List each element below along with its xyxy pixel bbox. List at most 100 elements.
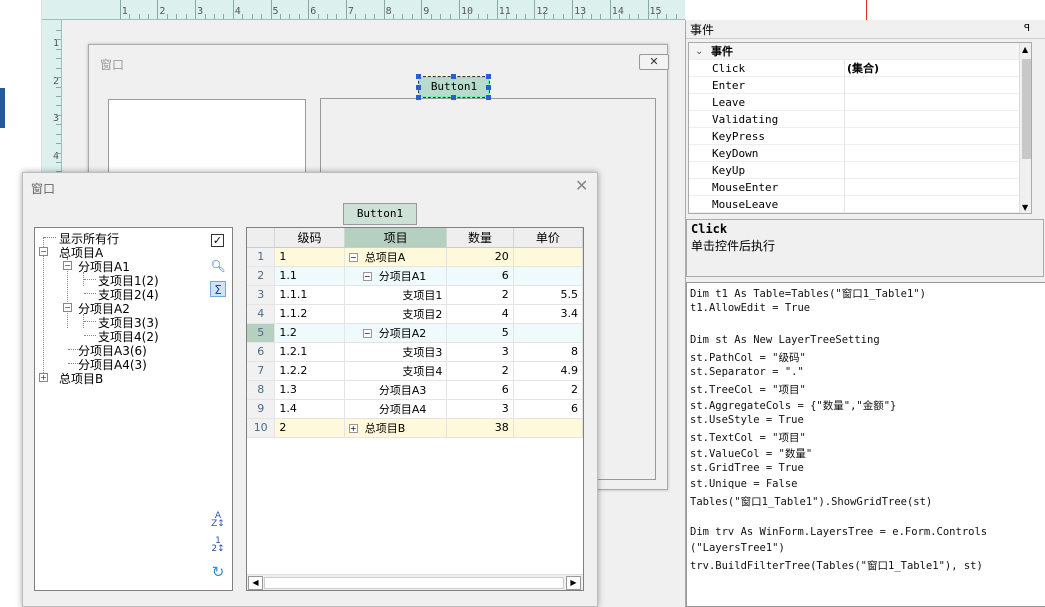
- row-number[interactable]: 8: [247, 380, 276, 400]
- cell-item[interactable]: 支项目4: [344, 361, 448, 381]
- cell-code[interactable]: 2: [274, 418, 345, 438]
- event-row-keydown[interactable]: KeyDown: [689, 145, 1019, 162]
- cell-qty[interactable]: 3: [446, 342, 514, 362]
- row-expand-toggle[interactable]: +: [348, 424, 358, 433]
- row-number[interactable]: 9: [247, 399, 276, 419]
- event-row-keyup[interactable]: KeyUp: [689, 162, 1019, 179]
- cell-price[interactable]: 6: [513, 399, 583, 419]
- row-collapse-toggle[interactable]: −: [348, 253, 358, 262]
- table-row[interactable]: 5 1.2 − 分项目A2 5: [247, 323, 583, 343]
- code-line[interactable]: t1.AllowEdit = True: [690, 302, 810, 314]
- cell-item[interactable]: 分项目A2: [379, 327, 427, 340]
- cell-price[interactable]: [513, 266, 583, 286]
- code-editor[interactable]: Dim t1 As Table=Tables("窗口1_Table1") t1.A…: [686, 282, 1045, 607]
- event-row-click[interactable]: Click (集合): [689, 60, 1019, 77]
- event-row-mouseleave[interactable]: MouseLeave: [689, 196, 1019, 213]
- cell-qty[interactable]: 4: [446, 304, 514, 324]
- row-collapse-toggle[interactable]: −: [362, 329, 372, 338]
- tree-collapse-toggle[interactable]: −: [39, 247, 48, 256]
- cell-qty[interactable]: 3: [446, 399, 514, 419]
- sigma-icon[interactable]: Σ: [210, 281, 226, 297]
- table-row[interactable]: 2 1.1 − 分项目A1 6: [247, 266, 583, 286]
- scroll-left-arrow-icon[interactable]: ◀: [248, 576, 263, 590]
- cell-code[interactable]: 1.2.1: [274, 342, 345, 362]
- events-grid[interactable]: ⌄ 事件 Click (集合) Enter Leave Validating Ke…: [688, 42, 1032, 214]
- code-line[interactable]: st.Unique = False: [690, 478, 797, 490]
- dialog-close-button[interactable]: ✕: [575, 176, 588, 195]
- cell-qty[interactable]: 20: [446, 247, 514, 267]
- cell-price[interactable]: [513, 247, 583, 267]
- preview-dialog[interactable]: 窗口 ✕ Button1 显示所有行 − 总项目A − 分项目A1 支项目1(2…: [22, 172, 598, 607]
- tree-collapse-toggle[interactable]: −: [63, 303, 72, 312]
- code-line[interactable]: st.UseStyle = True: [690, 414, 804, 426]
- designer-button1-selected[interactable]: Button1: [418, 76, 490, 98]
- table-row[interactable]: 3 1.1.1 支项目1 2 5.5: [247, 285, 583, 305]
- search-icon[interactable]: 🔍︎: [210, 258, 226, 274]
- event-row-mouseenter[interactable]: MouseEnter: [689, 179, 1019, 196]
- cell-qty[interactable]: 6: [446, 266, 514, 286]
- cell-item[interactable]: 支项目3: [344, 342, 448, 362]
- table-row[interactable]: 4 1.1.2 支项目2 4 3.4: [247, 304, 583, 324]
- cell-qty[interactable]: 2: [446, 361, 514, 381]
- tree-collapse-toggle[interactable]: −: [63, 261, 72, 270]
- refresh-icon[interactable]: ↻: [210, 564, 226, 580]
- code-line[interactable]: ("LayersTree1"): [690, 542, 785, 554]
- resize-handle[interactable]: [486, 95, 491, 100]
- table-row[interactable]: 9 1.4 分项目A4 3 6: [247, 399, 583, 419]
- cell-item[interactable]: 分项目A4: [344, 399, 448, 419]
- pin-icon[interactable]: ꟼ: [1021, 23, 1033, 35]
- table-row[interactable]: 1 1 − 总项目A 20: [247, 247, 583, 267]
- table-row[interactable]: 8 1.3 分项目A3 6 2: [247, 380, 583, 400]
- table-row[interactable]: 10 2 + 总项目B 38: [247, 418, 583, 438]
- data-grid[interactable]: 级码 项目 数量 单价 1 1 − 总项目A 20 2 1.1 − 分项目A1 6 …: [246, 227, 584, 591]
- tree-item[interactable]: 总项目B: [59, 370, 103, 387]
- code-line[interactable]: st.GridTree = True: [690, 462, 804, 474]
- code-line[interactable]: Dim st As New LayerTreeSetting: [690, 334, 880, 346]
- tree-expand-toggle[interactable]: +: [39, 373, 48, 382]
- event-row-validating[interactable]: Validating: [689, 111, 1019, 128]
- resize-handle[interactable]: [486, 85, 491, 90]
- cell-code[interactable]: 1.4: [274, 399, 345, 419]
- row-number[interactable]: 7: [247, 361, 276, 381]
- events-scrollbar[interactable]: ▲ ▼: [1019, 43, 1031, 213]
- cell-qty[interactable]: 5: [446, 323, 514, 343]
- cell-item[interactable]: 分项目A3: [344, 380, 448, 400]
- code-line[interactable]: st.ValueCol = "数量": [690, 446, 812, 461]
- table-row[interactable]: 7 1.2.2 支项目4 2 4.9: [247, 361, 583, 381]
- resize-handle[interactable]: [451, 95, 456, 100]
- cell-price[interactable]: 2: [513, 380, 583, 400]
- table-row[interactable]: 6 1.2.1 支项目3 3 8: [247, 342, 583, 362]
- cell-price[interactable]: 8: [513, 342, 583, 362]
- cell-item[interactable]: 支项目2: [344, 304, 448, 324]
- checkbox-icon[interactable]: ✓: [211, 234, 224, 247]
- scroll-down-arrow-icon[interactable]: ▼: [1022, 203, 1028, 212]
- row-number[interactable]: 1: [247, 247, 276, 267]
- resize-handle[interactable]: [416, 95, 421, 100]
- resize-handle[interactable]: [486, 74, 491, 79]
- resize-handle[interactable]: [451, 74, 456, 79]
- cell-qty[interactable]: 2: [446, 285, 514, 305]
- cell-price[interactable]: 5.5: [513, 285, 583, 305]
- cell-qty[interactable]: 38: [446, 418, 514, 438]
- code-line[interactable]: Tables("窗口1_Table1").ShowGridTree(st): [690, 494, 932, 509]
- cell-price[interactable]: [513, 418, 583, 438]
- row-number[interactable]: 2: [247, 266, 276, 286]
- row-number[interactable]: 3: [247, 285, 276, 305]
- sort-12-icon[interactable]: 1 2↕: [210, 537, 226, 554]
- scroll-right-arrow-icon[interactable]: ▶: [566, 576, 581, 590]
- cell-code[interactable]: 1.2: [274, 323, 345, 343]
- cell-code[interactable]: 1.3: [274, 380, 345, 400]
- code-line[interactable]: st.Separator = ".": [690, 366, 804, 378]
- designer-form-close-button[interactable]: ✕: [639, 54, 669, 70]
- scroll-up-arrow-icon[interactable]: ▲: [1022, 45, 1028, 54]
- cell-item[interactable]: 总项目A: [365, 251, 406, 264]
- cell-code[interactable]: 1: [274, 247, 345, 267]
- event-row-leave[interactable]: Leave: [689, 94, 1019, 111]
- cell-price[interactable]: 4.9: [513, 361, 583, 381]
- column-header[interactable]: 级码: [274, 228, 345, 248]
- row-collapse-toggle[interactable]: −: [362, 272, 372, 281]
- column-header[interactable]: 单价: [513, 228, 583, 248]
- horizontal-scrollbar[interactable]: ◀ ▶: [247, 574, 583, 590]
- grid-corner[interactable]: [247, 228, 276, 248]
- event-row-keypress[interactable]: KeyPress: [689, 128, 1019, 145]
